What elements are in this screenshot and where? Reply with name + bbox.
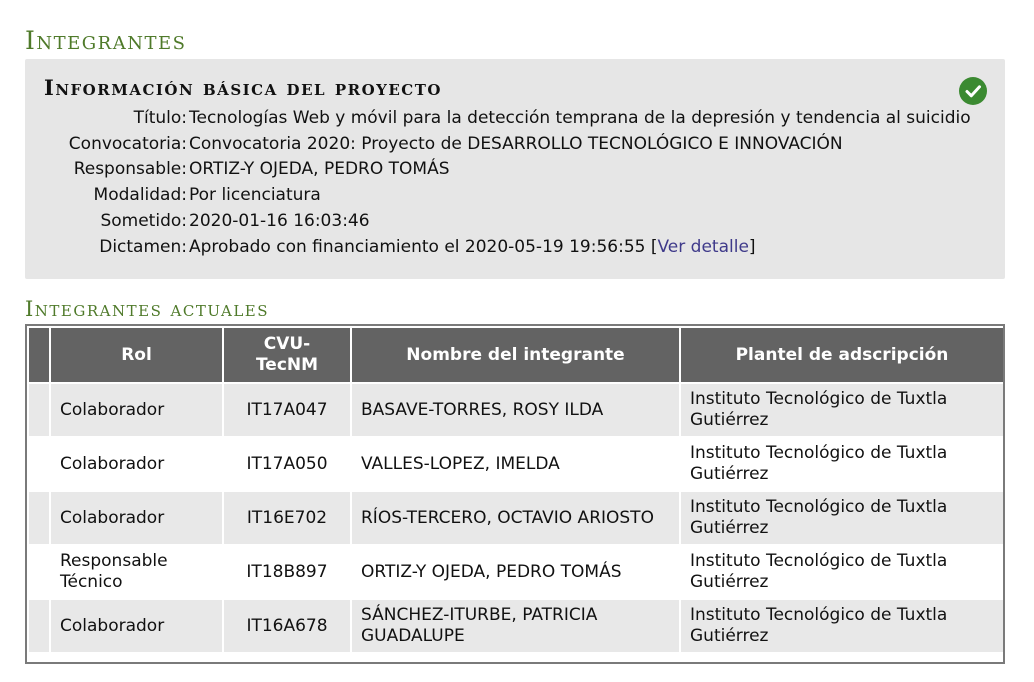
field-label-dictamen: Dictamen: [99,236,187,257]
cell-plantel: Instituto Tecnológico de Tuxtla Gutiérre… [681,384,1003,436]
cell-cvu: IT17A050 [224,438,350,490]
column-header-cvu-line2: TecNM [255,355,319,375]
page: Integrantes Información básica del proye… [0,0,1034,682]
cell-nombre: BASAVE-TORRES, ROSY ILDA [352,384,679,436]
cell-cvu: IT18B897 [224,546,350,598]
row-marker [29,492,49,544]
row-marker [29,384,49,436]
row-marker [29,546,49,598]
check-circle-icon [959,77,987,105]
table-row: Colaborador IT17A047 BASAVE-TORRES, ROSY… [29,384,1003,436]
cell-nombre: ORTIZ-Y OJEDA, PEDRO TOMÁS [352,546,679,598]
project-info-fields: Título: Tecnologías Web y móvil para la … [25,105,985,260]
cell-nombre: SÁNCHEZ-ITURBE, PATRICIA GUADALUPE [352,600,679,652]
cell-cvu: IT16E702 [224,492,350,544]
cell-plantel: Instituto Tecnológico de Tuxtla Gutiérre… [681,546,1003,598]
cell-nombre: VALLES-LOPEZ, IMELDA [352,438,679,490]
field-value-convocatoria: Convocatoria 2020: Proyecto de DESARROLL… [189,133,843,154]
ver-detalle-link[interactable]: Ver detalle [658,237,749,257]
cell-rol: Colaborador [51,438,222,490]
column-header-cvu-line1: CVU- [263,334,311,354]
cell-nombre: RÍOS-TERCERO, OCTAVIO ARIOSTO [352,492,679,544]
column-header-plantel: Plantel de adscripción [681,328,1003,382]
field-value-responsable: ORTIZ-Y OJEDA, PEDRO TOMÁS [189,159,450,180]
cell-plantel: Instituto Tecnológico de Tuxtla Gutiérre… [681,438,1003,490]
column-header-nombre: Nombre del integrante [352,328,679,382]
field-label-sometido: Sometido: [100,211,187,232]
field-label-responsable: Responsable: [73,159,187,180]
cell-rol: Colaborador [51,600,222,652]
column-header-cvu: CVU- TecNM [224,328,350,382]
field-value-dictamen: Aprobado con financiamiento el 2020-05-1… [187,237,985,257]
column-header-marker [29,328,49,382]
row-marker [29,600,49,652]
cell-plantel: Instituto Tecnológico de Tuxtla Gutiérre… [681,492,1003,544]
table-row: Colaborador IT16E702 RÍOS-TERCERO, OCTAV… [29,492,1003,544]
project-info-title: Información básica del proyecto [44,75,442,100]
field-label-modalidad: Modalidad: [93,185,187,206]
cell-rol: Colaborador [51,492,222,544]
field-label-convocatoria: Convocatoria: [68,133,187,154]
cell-cvu: IT16A678 [224,600,350,652]
cell-plantel: Instituto Tecnológico de Tuxtla Gutiérre… [681,600,1003,652]
table-row: Responsable Técnico IT18B897 ORTIZ-Y OJE… [29,546,1003,598]
column-header-rol: Rol [51,328,222,382]
field-value-sometido: 2020-01-16 16:03:46 [189,211,370,232]
page-title: Integrantes [25,26,187,55]
dictamen-suffix: ] [748,236,756,257]
field-value-modalidad: Por licenciatura [189,185,321,206]
table-header-row: Rol CVU- TecNM Nombre del integrante Plan… [29,328,1003,382]
row-marker [29,438,49,490]
cell-rol: Responsable Técnico [51,546,222,598]
cell-cvu: IT17A047 [224,384,350,436]
members-table-container: Rol CVU- TecNM Nombre del integrante Plan… [25,324,1005,664]
project-info-panel: Información básica del proyecto Título: … [25,59,1005,279]
table-row: Colaborador IT17A050 VALLES-LOPEZ, IMELD… [29,438,1003,490]
field-value-titulo: Tecnologías Web y móvil para la detecció… [189,107,971,128]
members-table: Rol CVU- TecNM Nombre del integrante Plan… [27,326,1005,654]
dictamen-text: Aprobado con financiamiento el 2020-05-1… [189,236,658,257]
members-section-title: Integrantes actuales [25,297,270,321]
field-label-titulo: Título: [133,107,187,128]
table-row: Colaborador IT16A678 SÁNCHEZ-ITURBE, PAT… [29,600,1003,652]
cell-rol: Colaborador [51,384,222,436]
